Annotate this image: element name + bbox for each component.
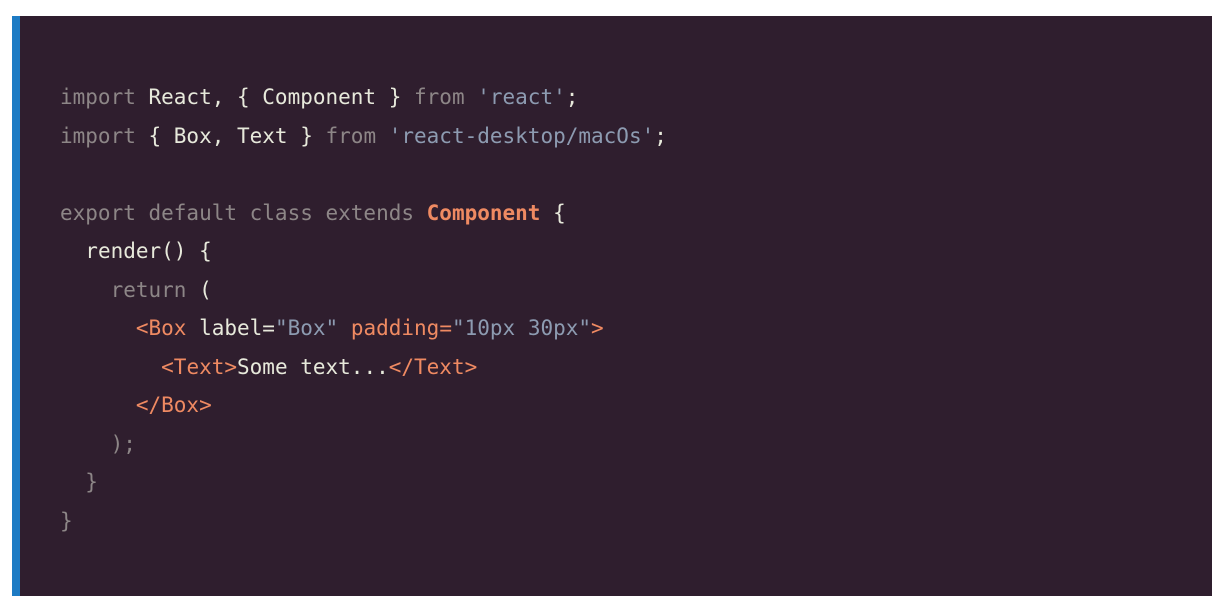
code-snippet: import React, { Component } from 'react'…: [60, 78, 667, 540]
keyword-from: from: [414, 85, 465, 109]
semicolon: ;: [654, 123, 667, 148]
open-brace: {: [540, 200, 566, 225]
close-paren: );: [110, 431, 136, 456]
semicolon: ;: [565, 85, 579, 109]
jsx-tag-box-open: <Box: [135, 316, 187, 340]
code-line-12: }: [60, 502, 667, 541]
jsx-tag-text-open: <Text>: [161, 354, 238, 379]
code-block: import React, { Component } from 'react'…: [12, 16, 1212, 596]
code-line-10: );: [60, 425, 667, 464]
jsx-attr-label: label=: [186, 316, 275, 340]
keyword-from: from: [325, 123, 377, 148]
import-specifiers: { Box, Text }: [135, 123, 326, 148]
jsx-tag-text-close: </Text>: [388, 354, 478, 379]
keyword-export-default-class-extends: export default class extends: [60, 200, 427, 225]
code-line-4: export default class extends Component {: [60, 194, 667, 233]
jsx-attr-padding-value: "10px 30px": [451, 316, 592, 340]
code-line-5: render() {: [60, 232, 667, 271]
keyword-import: import: [60, 85, 136, 109]
import-specifiers: React, { Component }: [135, 85, 415, 109]
method-render: render() {: [85, 239, 212, 263]
jsx-text-content: Some text...: [237, 354, 389, 379]
keyword-return: return: [110, 277, 187, 302]
code-line-7: <Box label="Box" padding="10px 30px">: [60, 309, 667, 348]
code-line-11: }: [60, 463, 667, 502]
code-line-3-blank: [60, 155, 667, 194]
code-line-8: <Text>Some text...</Text>: [60, 348, 667, 387]
code-line-6: return (: [60, 271, 667, 310]
jsx-attr-padding: padding=: [338, 316, 452, 340]
code-line-9: </Box>: [60, 386, 667, 425]
module-string: 'react-desktop/macOs': [376, 123, 655, 148]
code-line-1: import React, { Component } from 'react'…: [60, 78, 667, 117]
jsx-tag-box-close: </Box>: [135, 393, 212, 417]
close-brace-class: }: [60, 508, 73, 533]
module-string: 'react': [464, 85, 566, 109]
open-paren: (: [186, 277, 212, 302]
class-name-component: Component: [426, 200, 541, 225]
jsx-attr-label-value: "Box": [274, 316, 339, 340]
code-line-2: import { Box, Text } from 'react-desktop…: [60, 117, 667, 156]
keyword-import: import: [60, 123, 136, 148]
jsx-tag-close-bracket: >: [591, 316, 604, 340]
close-brace-method: }: [85, 470, 98, 494]
